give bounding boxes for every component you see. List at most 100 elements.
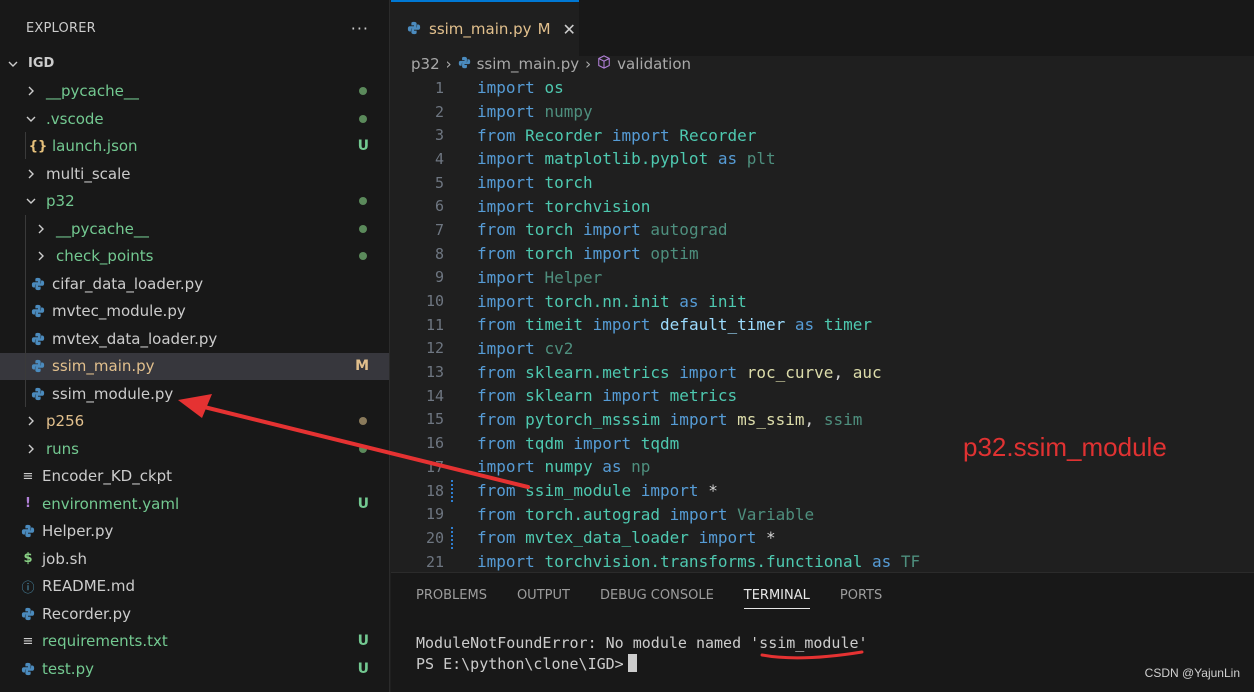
tree-item[interactable]: p256: [0, 408, 389, 436]
line-number: 18: [425, 481, 444, 500]
chevron-right-icon: ›: [585, 55, 592, 73]
code-token: init: [708, 291, 747, 311]
code-token: from: [477, 481, 526, 501]
tree-item[interactable]: ssim_module.py: [0, 380, 389, 408]
tree-item[interactable]: __pycache__: [0, 78, 389, 106]
tree-item[interactable]: ≡ Encoder_KD_ckpt: [0, 463, 389, 491]
code-line[interactable]: 7 from torch import autograd: [391, 218, 1254, 242]
breadcrumb-file[interactable]: ssim_main.py: [477, 55, 580, 73]
tree-item[interactable]: Helper.py: [0, 518, 389, 546]
code-token: plt: [746, 149, 776, 169]
exclamation-icon: !: [25, 496, 31, 512]
code-token: ,: [833, 362, 853, 382]
tree-item-label: __pycache__: [46, 82, 139, 101]
tree-item[interactable]: mvtex_data_loader.py: [0, 325, 389, 353]
code-text: import torch.nn.init as init: [477, 292, 747, 311]
tree-item[interactable]: ssim_main.py M: [0, 352, 389, 380]
code-line[interactable]: 13 from sklearn.metrics import roc_curve,…: [391, 360, 1254, 384]
code-view[interactable]: 1 import os 2 import numpy 3 from Recorder im…: [391, 76, 1254, 573]
panel-tab-ports[interactable]: PORTS: [840, 573, 882, 617]
tree-item-label: requirements.txt: [42, 632, 168, 651]
tree-item[interactable]: Recorder.py: [0, 600, 389, 628]
code-token: import: [477, 149, 545, 169]
code-line[interactable]: 18 from ssim_module import *: [391, 479, 1254, 503]
code-line[interactable]: 21 import torchvision.transforms.function…: [391, 550, 1254, 574]
python-icon: [30, 276, 46, 292]
code-text: from Recorder import Recorder: [477, 126, 756, 145]
status-dot: [359, 197, 367, 206]
indent-guide: [25, 132, 26, 159]
panel-tab-problems[interactable]: PROBLEMS: [416, 573, 487, 617]
code-line[interactable]: 11 from timeit import default_timer as ti…: [391, 313, 1254, 337]
line-number: 11: [425, 315, 444, 334]
panel-tab-debug-console[interactable]: DEBUG CONSOLE: [600, 573, 714, 617]
tree-item[interactable]: ! environment.yaml U: [0, 490, 389, 518]
tree-item[interactable]: check_points: [0, 243, 389, 271]
code-line[interactable]: 4 import matplotlib.pyplot as plt: [391, 147, 1254, 171]
tree-item[interactable]: __pycache__: [0, 215, 389, 243]
code-text: from tqdm import tqdm: [477, 434, 679, 453]
tree-item-label: p256: [46, 412, 85, 431]
more-actions-icon[interactable]: ···: [351, 19, 369, 38]
code-token: from: [477, 433, 526, 453]
code-line[interactable]: 8 from torch import optim: [391, 242, 1254, 266]
code-token: np: [631, 457, 651, 477]
code-line[interactable]: 2 import numpy: [391, 100, 1254, 124]
code-line[interactable]: 9 import Helper: [391, 266, 1254, 290]
tree-item[interactable]: cifar_data_loader.py: [0, 270, 389, 298]
code-token: import: [477, 196, 545, 216]
panel-tab-output[interactable]: OUTPUT: [517, 573, 570, 617]
tree-item-label: ssim_module.py: [52, 384, 174, 403]
code-line[interactable]: 19 from torch.autograd import Variable: [391, 502, 1254, 526]
chevron-right-icon: ›: [445, 55, 452, 73]
tree-item[interactable]: {} launch.json U: [0, 133, 389, 161]
root-folder-label: IGD: [28, 56, 55, 72]
status-dot: [359, 444, 367, 453]
tree-item[interactable]: .vscode: [0, 105, 389, 133]
tree-item[interactable]: mvtec_module.py: [0, 298, 389, 326]
code-line[interactable]: 14 from sklearn import metrics: [391, 384, 1254, 408]
git-status-badge: U: [357, 660, 369, 677]
code-line[interactable]: 20 from mvtex_data_loader import *: [391, 526, 1254, 550]
tree-item[interactable]: runs: [0, 435, 389, 463]
tree-item-label: Helper.py: [42, 522, 114, 541]
code-token: from: [477, 386, 526, 406]
close-icon[interactable]: ✕: [563, 20, 576, 39]
breadcrumb-symbol[interactable]: validation: [617, 55, 691, 73]
code-token: sklearn.metrics: [525, 362, 680, 382]
code-token: sklearn: [525, 386, 603, 406]
git-status-badge: U: [357, 633, 369, 650]
annotation-text: p32.ssim_module: [963, 432, 1167, 462]
code-line[interactable]: 15 from pytorch_msssim import ms_ssim, ss…: [391, 408, 1254, 432]
panel-tab-terminal[interactable]: TERMINAL: [743, 573, 811, 617]
code-text: from torch.autograd import Variable: [477, 505, 814, 524]
code-line[interactable]: 12 import cv2: [391, 337, 1254, 361]
tree-item[interactable]: p32: [0, 188, 389, 216]
lines-icon: ≡: [22, 468, 34, 484]
code-line[interactable]: 3 from Recorder import Recorder: [391, 123, 1254, 147]
line-number: 3: [434, 126, 444, 145]
code-text: from torch import optim: [477, 244, 699, 263]
line-number: 6: [434, 197, 444, 216]
tab-ssim-main[interactable]: ssim_main.py M ✕: [391, 0, 579, 56]
python-icon: [407, 20, 421, 39]
code-line[interactable]: 10 import torch.nn.init as init: [391, 289, 1254, 313]
tree-root-igd[interactable]: IGD: [0, 50, 389, 78]
code-line[interactable]: 6 import torchvision: [391, 194, 1254, 218]
tree-item[interactable]: ⓘ README.md: [0, 573, 389, 601]
terminal-prompt-line: PS E:\python\clone\IGD>: [416, 654, 868, 675]
code-token: import: [669, 409, 738, 429]
tree-item[interactable]: ≡ requirements.txt U: [0, 628, 389, 656]
breadcrumb-folder[interactable]: p32: [411, 55, 440, 73]
terminal-output[interactable]: ModuleNotFoundError: No module named 'ss…: [416, 633, 868, 675]
cube-icon: [597, 55, 611, 73]
code-text: from timeit import default_timer as time…: [477, 315, 872, 334]
tree-item[interactable]: multi_scale: [0, 160, 389, 188]
code-line[interactable]: 5 import torch: [391, 171, 1254, 195]
gutter-change-marker: [451, 479, 454, 502]
editor-area: ssim_main.py M ✕ p32 › ssim_main.py › va…: [391, 0, 1254, 572]
code-token: ms_ssim: [737, 409, 805, 429]
tree-item[interactable]: test.py U: [0, 655, 389, 683]
tree-item[interactable]: $ job.sh: [0, 545, 389, 573]
code-line[interactable]: 1 import os: [391, 76, 1254, 100]
